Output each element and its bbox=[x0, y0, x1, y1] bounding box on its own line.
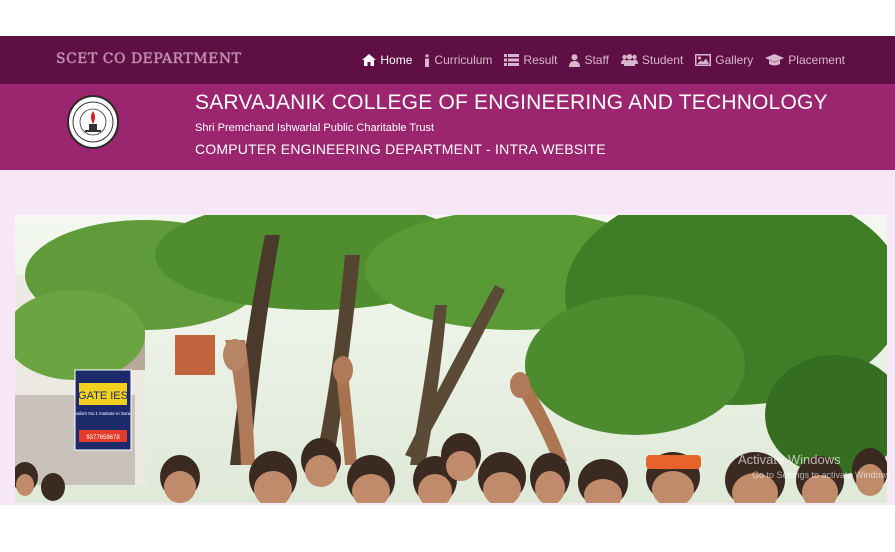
college-header-banner: SARVAJANIK COLLEGE OF ENGINEERING AND TE… bbox=[0, 84, 895, 170]
users-icon bbox=[620, 54, 638, 66]
nav-item-gallery[interactable]: Gallery bbox=[695, 53, 753, 67]
user-icon bbox=[569, 53, 581, 67]
college-emblem-icon bbox=[72, 101, 114, 143]
graduation-cap-icon bbox=[765, 54, 785, 66]
college-title: SARVAJANIK COLLEGE OF ENGINEERING AND TE… bbox=[195, 91, 828, 114]
nav-item-gallery-label: Gallery bbox=[715, 53, 754, 67]
sign-board-text: GATE IES bbox=[78, 390, 128, 402]
nav-item-placement-label: Placement bbox=[788, 53, 845, 67]
list-icon bbox=[504, 54, 520, 66]
sign-board-subtext: India's No.1 Institute in Surat bbox=[74, 411, 132, 416]
college-logo bbox=[67, 95, 119, 149]
nav-item-result[interactable]: Result bbox=[504, 53, 557, 67]
windows-activation-watermark: Activate Windows bbox=[738, 452, 841, 467]
department-title: COMPUTER ENGINEERING DEPARTMENT - INTRA … bbox=[195, 141, 606, 157]
nav-item-home[interactable]: Home bbox=[362, 53, 412, 67]
nav-item-student[interactable]: Student bbox=[620, 53, 684, 67]
picture-icon bbox=[695, 54, 712, 66]
nav-item-curriculum-label: Curriculum bbox=[434, 53, 493, 67]
nav-item-curriculum[interactable]: Curriculum bbox=[424, 53, 492, 67]
nav-item-result-label: Result bbox=[523, 53, 558, 67]
windows-activation-subtitle: Go to Settings to activate Windows. bbox=[752, 470, 895, 480]
brand-logo-text[interactable]: SCET CO DEPARTMENT bbox=[56, 51, 241, 67]
home-icon bbox=[362, 54, 377, 66]
nav-item-student-label: Student bbox=[641, 53, 684, 67]
nav-item-staff[interactable]: Staff bbox=[569, 53, 609, 67]
nav-item-staff-label: Staff bbox=[584, 53, 609, 67]
nav-item-home-label: Home bbox=[380, 53, 413, 67]
sign-board-phone: 9377659678 bbox=[86, 435, 120, 441]
trust-name: Shri Premchand Ishwarlal Public Charitab… bbox=[195, 122, 435, 134]
info-icon bbox=[425, 53, 430, 67]
top-navbar: SCET CO DEPARTMENT Home Curriculum Resul… bbox=[0, 36, 895, 84]
nav-item-placement[interactable]: Placement bbox=[765, 53, 845, 67]
nav-links: Home Curriculum Result Staff Student Gal… bbox=[362, 36, 845, 84]
